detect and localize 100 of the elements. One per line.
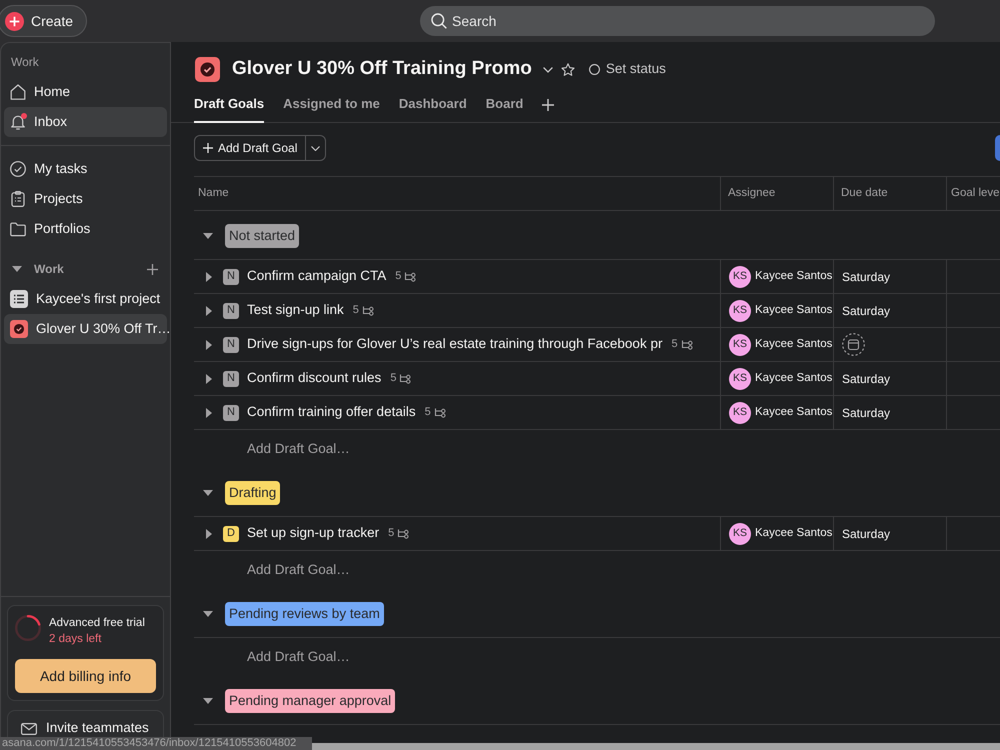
add-billing-button[interactable]: Add billing info xyxy=(15,659,156,693)
caret-down-icon[interactable] xyxy=(203,611,213,617)
subtask-icon xyxy=(434,408,446,418)
plus-icon[interactable] xyxy=(542,98,554,110)
column-header[interactable]: Assignee xyxy=(728,184,776,202)
add-draft-goal-link[interactable]: Add Draft Goal… xyxy=(247,560,350,580)
subtask-icon xyxy=(404,272,416,282)
group-label[interactable]: Drafting xyxy=(225,481,280,505)
caret-right-icon[interactable] xyxy=(206,340,212,350)
add-draft-goal-button[interactable]: Add Draft Goal xyxy=(194,135,306,161)
checkmark-tile-icon xyxy=(195,57,220,82)
tab[interactable]: Dashboard xyxy=(398,90,467,123)
assignee-name: Kaycee Santos xyxy=(755,404,832,420)
task-name[interactable]: Confirm training offer details xyxy=(247,402,416,423)
subtask-count: 5 xyxy=(424,405,431,420)
assignee-name: Kaycee Santos xyxy=(755,302,832,318)
trial-days-left: 2 days left xyxy=(49,632,102,647)
subtask-icon xyxy=(680,340,693,350)
column-header[interactable]: Due date xyxy=(841,184,888,202)
create-button[interactable]: Create xyxy=(0,5,88,37)
search-field[interactable]: Search xyxy=(420,6,936,36)
status-letter-badge: N xyxy=(223,336,239,352)
horizontal-scrollbar[interactable] xyxy=(312,743,1000,750)
column-header[interactable]: Goal leve xyxy=(951,184,1000,202)
caret-right-icon[interactable] xyxy=(206,374,212,384)
caret-down-icon[interactable] xyxy=(203,490,213,496)
chevron-down-icon[interactable] xyxy=(542,66,553,72)
dropdown-button[interactable] xyxy=(306,135,326,161)
task-name[interactable]: Drive sign-ups for Glover U’s real estate training through Facebook pr xyxy=(247,334,662,355)
set-status-button[interactable]: Set status xyxy=(588,59,666,80)
tab[interactable]: Assigned to me xyxy=(283,90,380,123)
task-name[interactable]: Confirm discount rules xyxy=(247,368,382,389)
calendar-icon[interactable] xyxy=(842,333,865,356)
due-date[interactable]: Saturday xyxy=(842,404,890,422)
assignee-name: Kaycee Santos xyxy=(755,336,832,352)
add-draft-goal-link[interactable]: Add Draft Goal… xyxy=(247,646,350,668)
status-letter-badge: N xyxy=(223,268,239,284)
subtask-count: 5 xyxy=(352,303,359,318)
caret-down-icon[interactable] xyxy=(203,233,213,239)
subtask-icon xyxy=(362,306,374,316)
sidebar-item[interactable]: Projects xyxy=(4,184,167,214)
cut-off-button[interactable] xyxy=(995,135,1000,161)
invite-button[interactable]: Invite teammates xyxy=(7,710,164,737)
due-date[interactable]: Saturday xyxy=(842,268,890,286)
subtask-icon xyxy=(397,528,410,538)
subtask-count: 5 xyxy=(395,269,402,284)
subtask-count: 5 xyxy=(388,526,394,542)
sidebar-item[interactable]: Home xyxy=(4,77,167,107)
status-letter-badge: N xyxy=(223,370,239,386)
plus-icon xyxy=(203,143,213,153)
status-letter-badge: N xyxy=(223,302,239,318)
due-date[interactable]: Saturday xyxy=(842,524,890,542)
tab[interactable]: Board xyxy=(486,90,524,123)
trial-title: Advanced free trial xyxy=(49,616,145,631)
section-title: Work xyxy=(34,261,64,278)
avatar: KS xyxy=(729,334,751,356)
sidebar-item[interactable]: Glover U 30% Off Tr… xyxy=(4,314,167,344)
star-icon[interactable] xyxy=(560,62,575,76)
avatar: KS xyxy=(729,522,751,544)
caret-right-icon[interactable] xyxy=(206,408,212,418)
caret-down-icon[interactable] xyxy=(12,266,22,272)
due-date[interactable]: Saturday xyxy=(842,370,890,388)
chevron-down-icon xyxy=(311,146,320,150)
folder-icon xyxy=(10,221,26,237)
caret-right-icon[interactable] xyxy=(206,272,212,282)
caret-right-icon[interactable] xyxy=(206,306,212,316)
sidebar-item[interactable]: Portfolios xyxy=(4,214,167,244)
progress-ring-icon xyxy=(15,615,41,641)
add-draft-goal-link[interactable]: Add Draft Goal… xyxy=(247,438,350,460)
sidebar-item[interactable]: Kaycee's first project xyxy=(4,284,167,314)
avatar: KS xyxy=(729,368,751,390)
status-circle-icon xyxy=(588,64,600,75)
column-header[interactable]: Name xyxy=(198,184,229,202)
project-title: Glover U 30% Off Training Promo xyxy=(232,57,532,82)
caret-down-icon[interactable] xyxy=(203,698,213,704)
group-label[interactable]: Pending reviews by team xyxy=(225,602,384,626)
tab[interactable]: Draft Goals xyxy=(194,90,264,123)
subtask-count: 5 xyxy=(671,337,678,352)
sidebar-item[interactable]: My tasks xyxy=(4,154,167,184)
home-icon xyxy=(10,84,26,100)
group-label[interactable]: Not started xyxy=(225,224,300,248)
assignee-name: Kaycee Santos xyxy=(755,268,832,284)
list-icon xyxy=(10,290,28,308)
due-date[interactable]: Saturday xyxy=(842,302,890,320)
caret-right-icon[interactable] xyxy=(206,528,212,538)
group-label[interactable]: Pending manager approval xyxy=(225,689,396,713)
avatar: KS xyxy=(729,300,751,322)
task-name[interactable]: Set up sign-up tracker xyxy=(247,523,380,544)
status-url: asana.com/1/1215410553453476/inbox/1215410553604802 xyxy=(0,737,312,750)
sidebar-item[interactable]: Inbox xyxy=(4,107,167,137)
clipboard-icon xyxy=(10,191,26,207)
plus-icon[interactable] xyxy=(147,264,158,274)
plus-icon xyxy=(5,12,24,30)
checkmark-tile-icon xyxy=(10,320,28,338)
task-name[interactable]: Test sign-up link xyxy=(247,300,344,321)
avatar: KS xyxy=(729,266,751,288)
section-label: Work xyxy=(10,54,40,70)
check-circle-icon xyxy=(10,161,26,177)
avatar: KS xyxy=(729,402,751,424)
task-name[interactable]: Confirm campaign CTA xyxy=(247,266,386,287)
